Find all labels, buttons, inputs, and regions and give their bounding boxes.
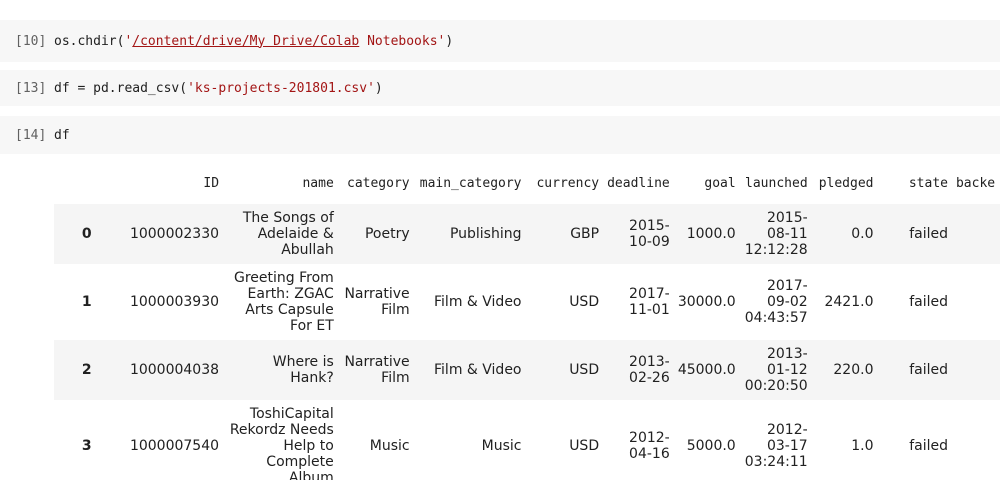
column-header-name: name [302,175,334,191]
cell-deadline: 2013- 02-26 [629,354,670,386]
code-line-read-csv: df = pd.read_csv('ks-projects-201801.csv… [54,80,383,96]
table-row: 0 1000002330 The Songs of Adelaide & Abull… [54,204,1000,264]
column-header-index [54,162,119,204]
cell-deadline: 2012- 04-16 [629,430,670,462]
cell-output-dataframe: ID name category main_category currency … [54,162,1000,480]
cell-currency: USD [569,438,600,454]
row-index: 1 [81,294,92,310]
cell-execution-count: [13] [15,80,47,96]
cell-currency: USD [569,362,600,378]
column-header-category: category [347,175,410,191]
dataframe-header-row: ID name category main_category currency … [54,162,1000,204]
cell-main-category: Film & Video [434,362,522,378]
cell-name: ToshiCapital Rekordz Needs Help to Complete… [229,406,334,480]
cell-main-category: Publishing [449,226,522,242]
cell-id: 1000007540 [129,438,220,454]
cell-backers [952,264,1000,340]
cell-state: failed [909,226,948,242]
column-header-pledged: pledged [818,175,874,191]
cell-pledged: 1.0 [851,438,874,454]
code-line-df: df [54,127,70,143]
cell-goal: 45000.0 [677,362,736,378]
cell-id: 1000004038 [129,362,220,378]
cell-currency: USD [569,294,600,310]
cell-launched: 2015- 08-11 12:12:28 [744,210,808,258]
cell-currency: GBP [570,226,600,242]
cell-state: failed [909,294,948,310]
cell-launched: 2017- 09-02 04:43:57 [744,278,808,326]
code-editor-df[interactable] [0,116,1000,154]
cell-category: Poetry [364,226,410,242]
code-line-chdir: os.chdir('/content/drive/My Drive/Colab … [54,33,454,49]
column-header-launched: launched [745,175,808,191]
cell-execution-count: [14] [15,127,47,143]
column-header-id: ID [203,175,220,191]
cell-name: Greeting From Earth: ZGAC Arts Capsule For … [233,270,334,334]
code-cell-df[interactable]: [14] df [0,116,1000,154]
drive-path-link[interactable]: /content/drive/My Drive/Colab [132,34,359,49]
cell-id: 1000003930 [129,294,220,310]
code-cell-read-csv[interactable]: [13] df = pd.read_csv('ks-projects-20180… [0,70,1000,106]
table-row: 3 1000007540 ToshiCapital Rekordz Needs He… [54,400,1000,480]
table-row: 1 1000003930 Greeting From Earth: ZGAC Art… [54,264,1000,340]
cell-main-category: Music [481,438,522,454]
cell-state: failed [909,362,948,378]
cell-pledged: 220.0 [833,362,874,378]
cell-main-category: Film & Video [434,294,522,310]
cell-backers [952,204,1000,264]
cell-goal: 30000.0 [677,294,736,310]
column-header-deadline: deadline [607,175,670,191]
cell-pledged: 0.0 [851,226,874,242]
row-index: 2 [81,362,92,378]
row-index: 3 [81,438,92,454]
column-header-state: state [908,175,948,191]
cell-id: 1000002330 [129,226,220,242]
cell-backers [952,340,1000,400]
cell-goal: 5000.0 [686,438,736,454]
cell-deadline: 2015- 10-09 [629,218,670,250]
cell-execution-count: [10] [15,33,47,49]
cell-goal: 1000.0 [686,226,736,242]
cell-deadline: 2017- 11-01 [629,286,670,318]
cell-pledged: 2421.0 [824,294,874,310]
cell-launched: 2013- 01-12 00:20:50 [744,346,808,394]
cell-category: Music [369,438,410,454]
row-index: 0 [81,226,92,242]
code-cell-chdir[interactable]: [10] os.chdir('/content/drive/My Drive/C… [0,20,1000,62]
cell-category: Narrative Film [344,354,410,386]
cell-category: Narrative Film [344,286,410,318]
dataframe-table: ID name category main_category currency … [54,162,1000,480]
cell-name: The Songs of Adelaide & Abullah [242,210,334,258]
table-row: 2 1000004038 Where is Hank? Narrative Film… [54,340,1000,400]
cell-state: failed [909,438,948,454]
cell-name: Where is Hank? [272,354,334,386]
column-header-currency: currency [536,175,600,191]
column-header-goal: goal [704,175,736,191]
column-header-backers: backe [955,175,996,191]
cell-launched: 2012- 03-17 03:24:11 [744,422,808,470]
column-header-main-category: main_category [419,175,522,191]
cell-backers [952,400,1000,480]
